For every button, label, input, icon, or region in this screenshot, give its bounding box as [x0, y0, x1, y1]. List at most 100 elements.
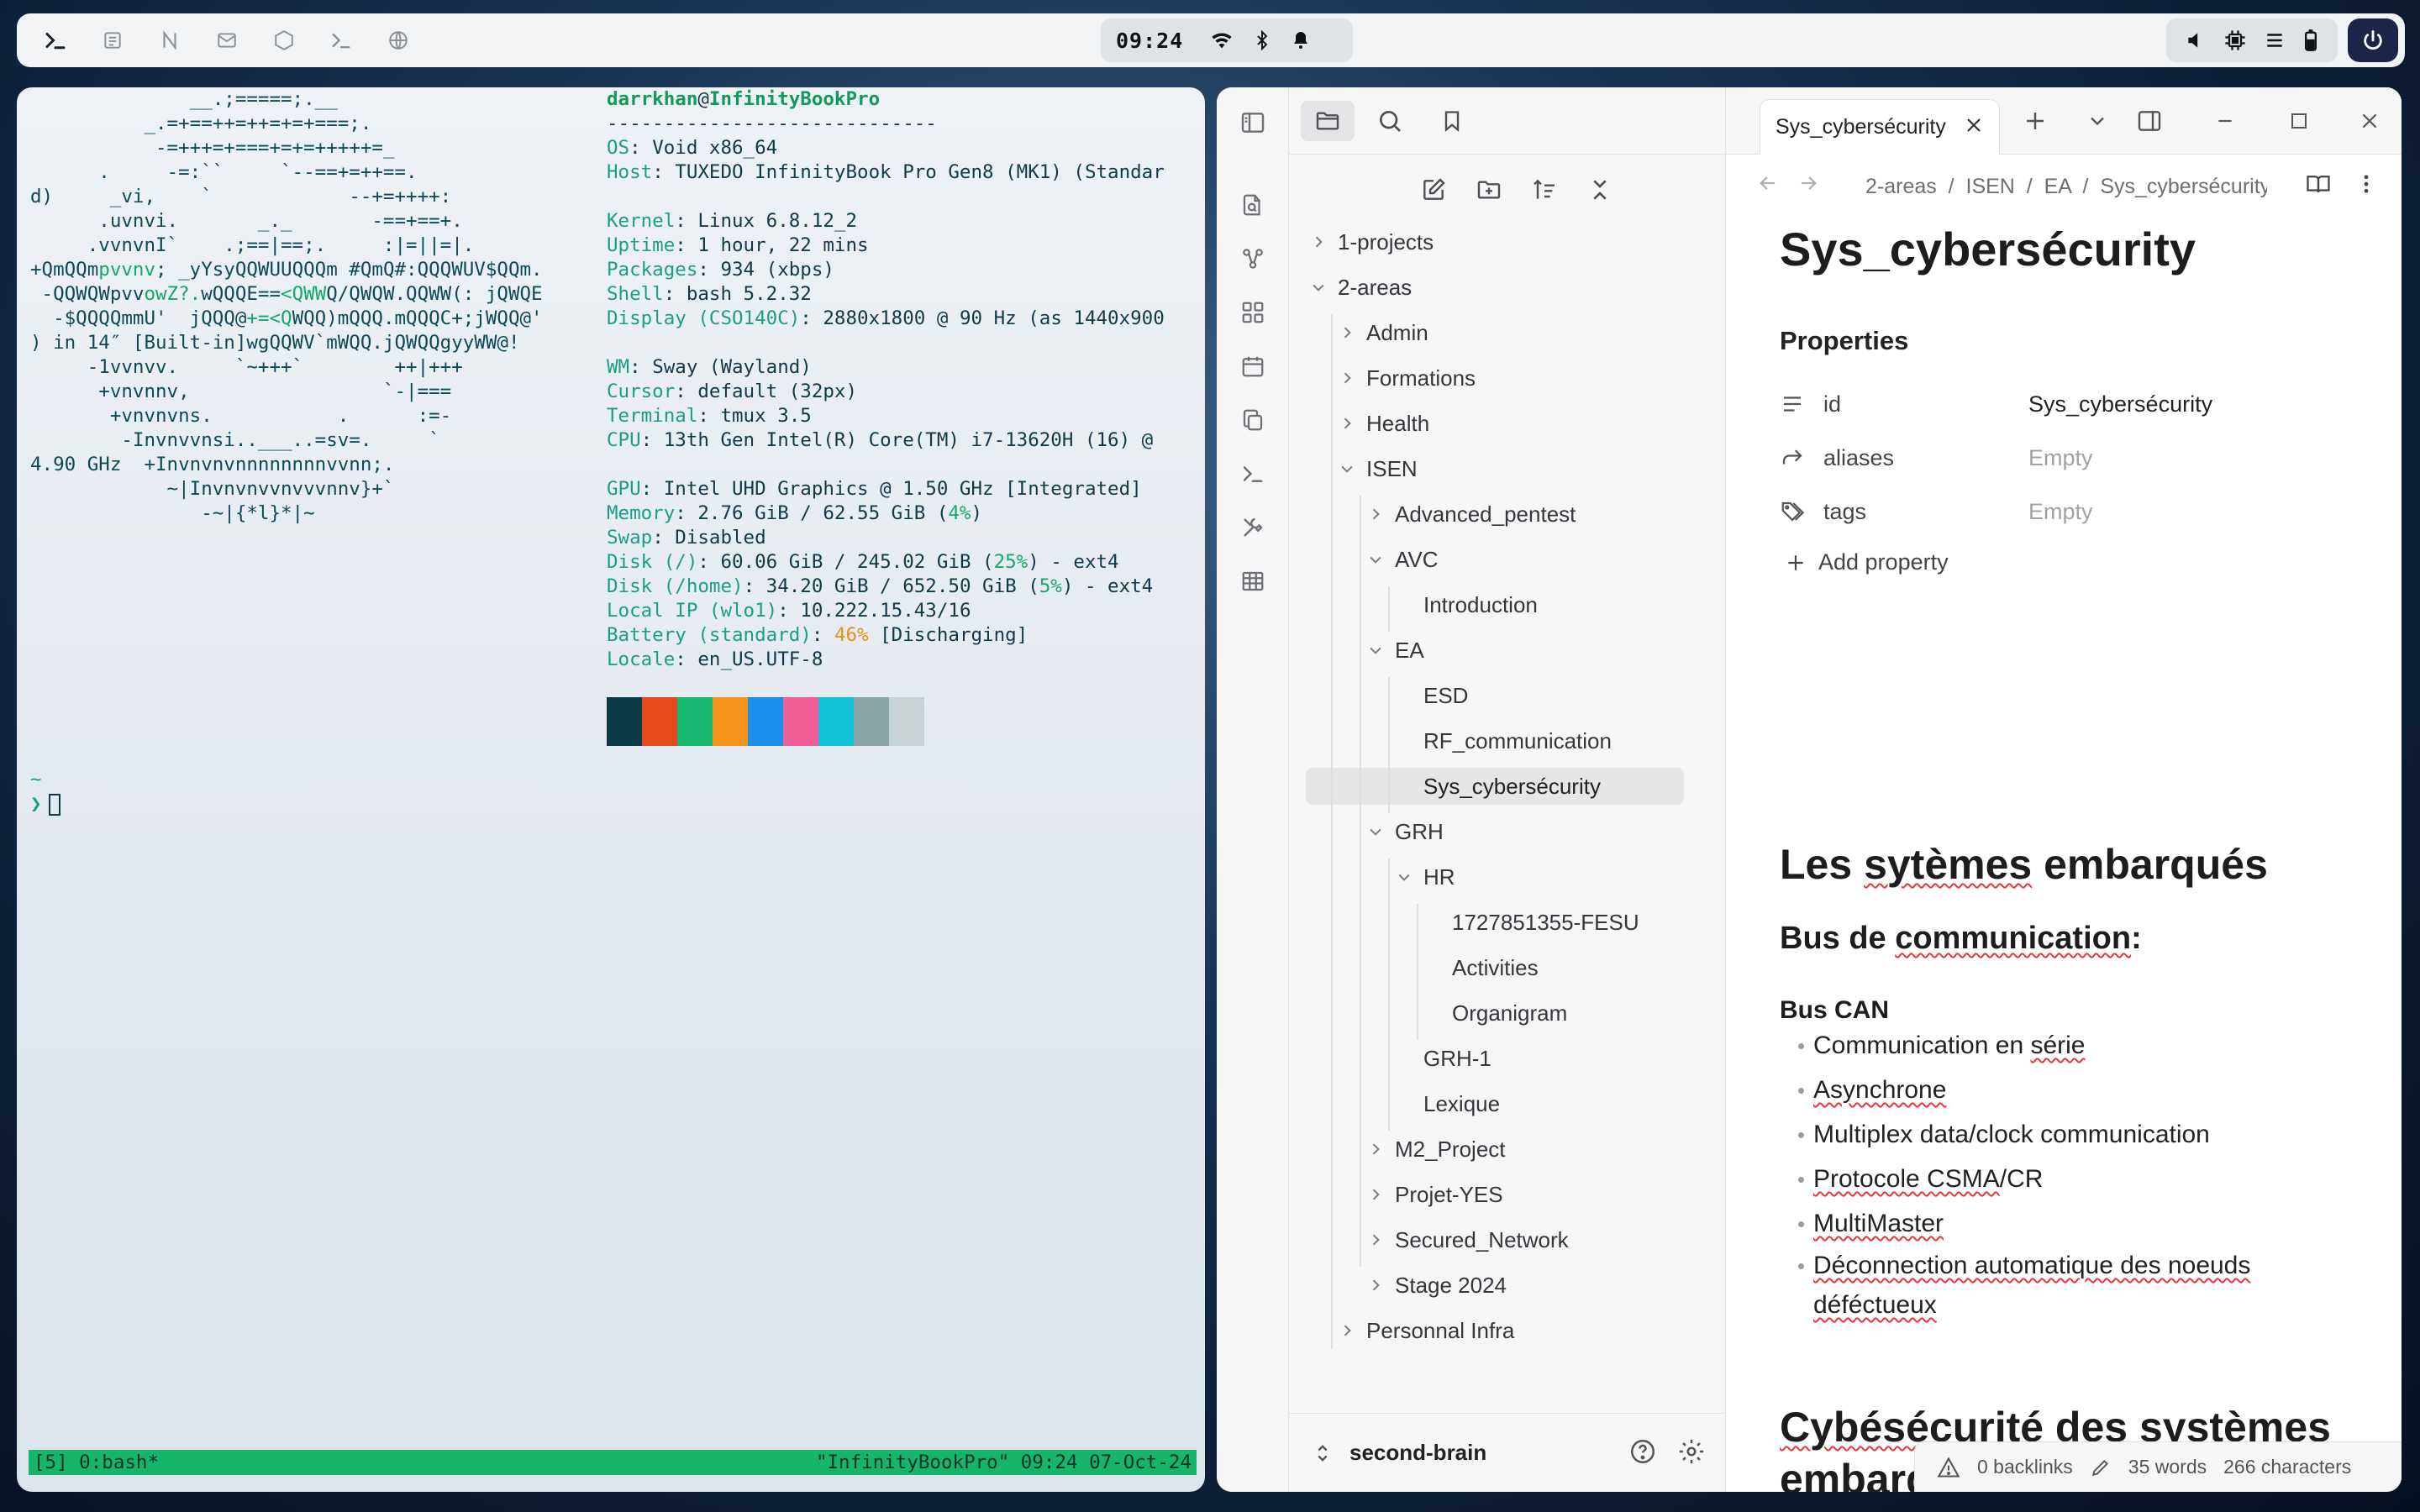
file-item[interactable]: Lexique	[1392, 1085, 1512, 1122]
file-item[interactable]: Introduction	[1392, 586, 1549, 623]
breadcrumb-item[interactable]: EA	[2044, 175, 2071, 198]
folder-item[interactable]: ISEN	[1334, 450, 1429, 487]
file-item[interactable]: ESD	[1392, 677, 1480, 714]
folder-item[interactable]: Projet-YES	[1363, 1176, 1515, 1213]
new-note-icon[interactable]	[1413, 170, 1454, 210]
settings-gear-icon[interactable]	[1677, 1437, 1706, 1466]
property-value[interactable]: Sys_cybersécurity	[2028, 391, 2212, 417]
notes-icon[interactable]	[87, 20, 138, 60]
folder-icon[interactable]	[1301, 101, 1355, 141]
vault-switcher[interactable]: second-brain	[1289, 1413, 1726, 1492]
clock-status-pill[interactable]: 09:24	[1101, 18, 1353, 62]
right-sidebar-toggle-icon[interactable]	[2131, 102, 2168, 139]
mail-icon[interactable]	[202, 20, 252, 60]
minimize-icon[interactable]	[2207, 102, 2244, 139]
reading-view-icon[interactable]	[2306, 171, 2331, 197]
sidebar-toggle-icon[interactable]	[1236, 106, 1270, 139]
sort-icon[interactable]	[1524, 170, 1565, 210]
info-value: 1 hour, 22 mins	[697, 234, 869, 256]
table-icon[interactable]	[1236, 564, 1270, 598]
wifi-icon[interactable]	[1210, 29, 1234, 52]
info-key: Local IP (wlo1)	[607, 600, 778, 622]
bookmark-icon[interactable]	[1425, 101, 1479, 141]
menu-lines-icon[interactable]	[2264, 29, 2286, 51]
property-key[interactable]: id	[1823, 391, 1841, 417]
help-icon[interactable]	[1628, 1437, 1657, 1466]
property-key[interactable]: tags	[1823, 499, 1866, 525]
property-row[interactable]: aliases Empty	[1780, 438, 2368, 477]
volume-icon[interactable]	[2185, 29, 2207, 51]
property-value[interactable]: Empty	[2028, 445, 2093, 471]
folder-item[interactable]: 1-projects	[1306, 223, 1445, 260]
note-title[interactable]: Sys_cybersécurity	[1780, 222, 2196, 276]
graph-icon[interactable]	[1236, 242, 1270, 276]
file-item[interactable]: Organigram	[1420, 995, 1579, 1032]
folder-item[interactable]: M2_Project	[1363, 1131, 1518, 1168]
canvas-icon[interactable]	[1236, 296, 1270, 329]
file-item[interactable]: 1727851355-FESU	[1420, 904, 1651, 941]
hexagon-app-icon[interactable]	[259, 20, 309, 60]
file-search-icon[interactable]	[1236, 188, 1270, 222]
forward-arrow-icon[interactable]	[1797, 171, 1820, 195]
bell-icon[interactable]	[1291, 29, 1311, 51]
info-key: Disk (/)	[607, 551, 698, 573]
command-icon[interactable]	[1236, 457, 1270, 491]
info-key: GPU	[607, 478, 641, 500]
warning-icon[interactable]	[1937, 1456, 1960, 1479]
battery-icon[interactable]	[2302, 29, 2319, 52]
breadcrumb-item[interactable]: 2-areas	[1865, 175, 1937, 198]
new-folder-icon[interactable]	[1469, 170, 1509, 210]
terminal-icon[interactable]	[30, 20, 81, 60]
chevron-down-icon[interactable]	[2079, 102, 2116, 139]
add-property-button[interactable]: Add property	[1785, 549, 1949, 575]
property-row[interactable]: tags Empty	[1780, 492, 2368, 531]
info-line: GPU: Intel UHD Graphics @ 1.50 GHz [Inte…	[607, 478, 1142, 500]
breadcrumb-item[interactable]: Sys_cybersécurity	[2100, 175, 2267, 198]
calendar-icon[interactable]	[1236, 349, 1270, 383]
file-item[interactable]: GRH-1	[1392, 1040, 1503, 1077]
folder-item[interactable]: Health	[1334, 405, 1441, 442]
folder-item[interactable]: AVC	[1363, 541, 1450, 578]
cpu-icon[interactable]	[2223, 29, 2247, 52]
folder-item[interactable]: Stage 2024	[1363, 1267, 1518, 1304]
file-item[interactable]: Sys_cybersécurity	[1306, 768, 1684, 805]
new-tab-icon[interactable]	[2017, 102, 2054, 139]
bluetooth-icon[interactable]	[1252, 29, 1272, 51]
folder-item[interactable]: EA	[1363, 632, 1436, 669]
folder-item[interactable]: Formations	[1334, 360, 1487, 396]
breadcrumb-item[interactable]: ISEN	[1966, 175, 2015, 198]
tools-icon[interactable]	[1236, 511, 1270, 544]
property-key[interactable]: aliases	[1823, 445, 1894, 471]
tab-note[interactable]: Sys_cybersécurity	[1760, 99, 2000, 155]
back-arrow-icon[interactable]	[1756, 171, 1780, 195]
info-line: Disk (/home): 34.20 GiB / 652.50 GiB (5%…	[607, 575, 1154, 597]
folder-item[interactable]: Secured_Network	[1363, 1221, 1581, 1258]
collapse-icon[interactable]	[1580, 170, 1620, 210]
folder-item[interactable]: Advanced_pentest	[1363, 496, 1587, 533]
terminal-icon[interactable]	[316, 20, 366, 60]
close-window-icon[interactable]	[2351, 102, 2388, 139]
property-row[interactable]: id Sys_cybersécurity	[1780, 385, 2368, 423]
folder-item[interactable]: HR	[1392, 858, 1467, 895]
folder-item[interactable]: GRH	[1363, 813, 1455, 850]
shell-prompt[interactable]: ~ ❯	[30, 768, 60, 816]
tmux-window-list[interactable]: [5] 0:bash*	[34, 1450, 159, 1475]
folder-item[interactable]: Admin	[1334, 314, 1440, 351]
property-value[interactable]: Empty	[2028, 499, 2093, 525]
file-item[interactable]: Activities	[1420, 949, 1550, 986]
globe-icon[interactable]	[373, 20, 424, 60]
pencil-icon[interactable]	[2090, 1457, 2112, 1478]
maximize-icon[interactable]	[2281, 102, 2317, 139]
folder-item[interactable]: 2-areas	[1306, 269, 1423, 306]
breadcrumb-separator: /	[2014, 175, 2044, 198]
search-icon[interactable]	[1363, 101, 1417, 141]
obsidian-icon[interactable]	[145, 20, 195, 60]
folder-item[interactable]: Personnal Infra	[1334, 1312, 1526, 1349]
power-icon[interactable]	[2348, 18, 2398, 62]
backlinks-count[interactable]: 0 backlinks	[1977, 1456, 2073, 1478]
more-options-icon[interactable]	[2354, 171, 2378, 197]
copy-icon[interactable]	[1236, 403, 1270, 437]
terminal-window[interactable]: __.;=====;.__ _.=+==++=++=+=+===;. -=+++…	[17, 87, 1205, 1492]
close-tab-icon[interactable]	[1964, 115, 1984, 135]
file-item[interactable]: RF_communication	[1392, 722, 1623, 759]
